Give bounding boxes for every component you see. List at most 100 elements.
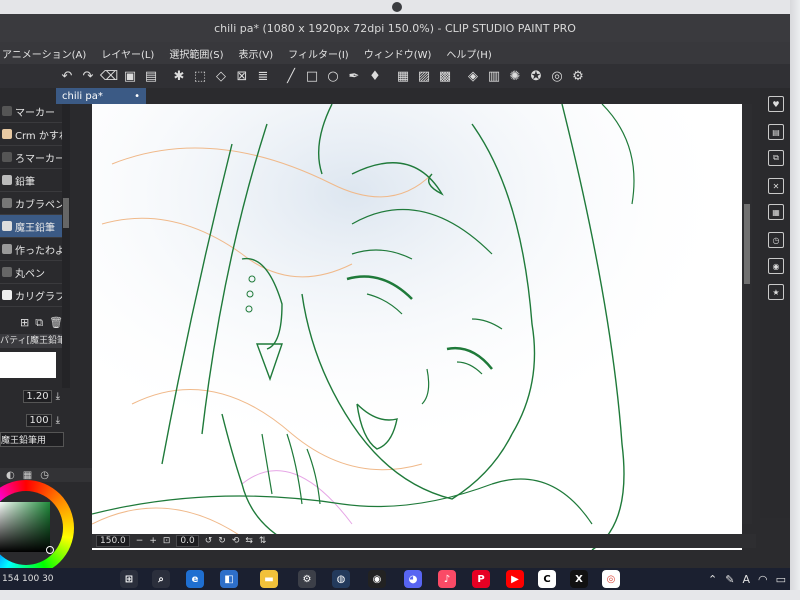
trash-icon[interactable]: 🗑 (49, 316, 63, 330)
clip-icon[interactable]: ✪ (527, 67, 545, 85)
font-icon[interactable]: A (742, 573, 750, 586)
heart-icon[interactable]: ♥ (768, 96, 784, 112)
zoom-out-icon[interactable]: − (136, 536, 144, 546)
youtube-icon[interactable]: ▶ (506, 570, 524, 588)
brush-list-scrollbar[interactable] (62, 88, 70, 388)
tab-canvas[interactable]: chili pa* • (56, 88, 146, 104)
steam-icon[interactable]: ◍ (332, 570, 350, 588)
camera-icon[interactable]: ◉ (768, 258, 784, 274)
chat-icon[interactable]: ◷ (768, 232, 784, 248)
brush-item[interactable]: 作ったわよ (0, 238, 62, 261)
export-icon[interactable]: ▤ (142, 67, 160, 85)
brush-icon (2, 152, 12, 162)
reset-rotation-icon[interactable]: ⟲ (232, 536, 240, 546)
brush-item-selected[interactable]: 魔王鉛筆 (0, 215, 62, 238)
pinterest-icon[interactable]: P (472, 570, 490, 588)
music-icon[interactable]: ♪ (438, 570, 456, 588)
dropdown-icon[interactable]: ⤓ (56, 391, 60, 402)
search-icon[interactable]: ⌕ (152, 570, 170, 588)
scroll-thumb[interactable] (63, 198, 69, 228)
brush-size-field[interactable]: 1.20 (23, 389, 52, 403)
ruler-icon[interactable]: ▨ (415, 67, 433, 85)
zoom-field[interactable]: 150.0 (96, 535, 130, 547)
windows-icon[interactable]: ⊞ (120, 570, 138, 588)
menu-layer[interactable]: レイヤー(L) (101, 46, 154, 61)
canvas-vertical-scrollbar[interactable] (742, 104, 752, 524)
color-saturation-square[interactable] (0, 502, 50, 552)
layer-stack-icon[interactable]: ≣ (254, 67, 272, 85)
panel-layout-icon[interactable]: ▦ (768, 204, 784, 220)
star-icon[interactable]: ★ (768, 284, 784, 300)
record-icon[interactable]: ▥ (485, 67, 503, 85)
fit-icon[interactable]: ⊡ (163, 536, 171, 546)
battery-icon[interactable]: ▭ (776, 573, 786, 586)
brush-size-icon[interactable]: ✺ (506, 67, 524, 85)
clear-icon[interactable]: ⌫ (100, 67, 118, 85)
brush-item[interactable]: ろマーカー (0, 146, 62, 169)
obs-icon[interactable]: ◉ (368, 570, 386, 588)
scroll-thumb[interactable] (744, 204, 750, 284)
color-wheel-tab-icon[interactable]: ◐ (6, 470, 15, 481)
edge-icon[interactable]: e (186, 570, 204, 588)
menu-help[interactable]: ヘルプ(H) (446, 46, 491, 61)
redo-icon[interactable]: ↷ (79, 67, 97, 85)
eyedropper-icon[interactable]: ✒ (345, 67, 363, 85)
menu-filter[interactable]: フィルター(I) (288, 46, 349, 61)
gear-icon[interactable]: ⚙ (298, 570, 316, 588)
snap-icon[interactable]: ◈ (464, 67, 482, 85)
color-set-tab-icon[interactable]: ▦ (23, 470, 32, 481)
rotate-right-icon[interactable]: ↻ (218, 536, 226, 546)
brush-item[interactable]: カブラペン (0, 192, 62, 215)
chevron-up-icon[interactable]: ⌃ (708, 573, 717, 586)
flip-vertical-icon[interactable]: ⇅ (259, 536, 267, 546)
close-panel-icon[interactable]: ✕ (768, 178, 784, 194)
brush-material-field[interactable]: 魔王鉛筆用 (0, 432, 64, 447)
lasso-icon[interactable]: ◇ (212, 67, 230, 85)
folder-icon[interactable]: ▬ (260, 570, 278, 588)
frame-icon[interactable]: ▩ (436, 67, 454, 85)
flip-icon[interactable]: ◎ (548, 67, 566, 85)
store-icon[interactable]: ◧ (220, 570, 238, 588)
drawing-canvas[interactable] (92, 104, 742, 550)
duplicate-brush-icon[interactable]: ⧉ (35, 316, 43, 330)
brush-item[interactable]: マーカー (0, 100, 62, 123)
menu-view[interactable]: 表示(V) (238, 46, 273, 61)
copy-icon[interactable]: ⧉ (768, 150, 784, 166)
pen-icon[interactable]: ✎ (725, 573, 734, 586)
color-picker-handle[interactable] (46, 546, 54, 554)
rotate-left-icon[interactable]: ↺ (205, 536, 213, 546)
zoom-in-icon[interactable]: + (149, 536, 157, 546)
opacity-field[interactable]: 100 (26, 413, 52, 427)
deselect-icon[interactable]: ⬚ (191, 67, 209, 85)
color-history-tab-icon[interactable]: ◷ (40, 470, 49, 481)
brush-item[interactable]: 鉛筆 (0, 169, 62, 192)
discord-icon[interactable]: ◕ (404, 570, 422, 588)
brush-item[interactable]: 丸ペン (0, 261, 62, 284)
layer-panel-icon[interactable]: ▤ (768, 124, 784, 140)
grid-icon[interactable]: ▦ (394, 67, 412, 85)
brush-item[interactable]: Crm かすれ (0, 123, 62, 146)
rotation-field[interactable]: 0.0 (176, 535, 199, 547)
settings-icon[interactable]: ⚙ (569, 67, 587, 85)
ellipse-icon[interactable]: ○ (324, 67, 342, 85)
fill-icon[interactable]: ▣ (121, 67, 139, 85)
line-icon[interactable]: ╱ (282, 67, 300, 85)
menu-animation[interactable]: アニメーション(A) (2, 46, 86, 61)
flip-horizontal-icon[interactable]: ⇆ (245, 536, 253, 546)
clip-studio-icon[interactable]: C (538, 570, 556, 588)
rectangle-icon[interactable]: □ (303, 67, 321, 85)
dropdown-icon[interactable]: ⤓ (56, 415, 60, 426)
wifi-icon[interactable]: ◠ (758, 573, 768, 586)
transform-icon[interactable]: ⊠ (233, 67, 251, 85)
select-all-icon[interactable]: ✱ (170, 67, 188, 85)
menu-window[interactable]: ウィンドウ(W) (364, 46, 432, 61)
chrome-icon[interactable]: ◎ (602, 570, 620, 588)
undo-icon[interactable]: ↶ (58, 67, 76, 85)
x-icon[interactable]: X (570, 570, 588, 588)
menu-selection[interactable]: 選択範囲(S) (169, 46, 223, 61)
fill-drop-icon[interactable]: ♦ (366, 67, 384, 85)
new-brush-icon[interactable]: ⊞ (20, 316, 29, 330)
brush-item[interactable]: カリグラフィ (0, 284, 62, 307)
taskbar-widget[interactable]: 154 100 30 (0, 568, 122, 590)
brush-label: カブラペン (15, 199, 62, 211)
